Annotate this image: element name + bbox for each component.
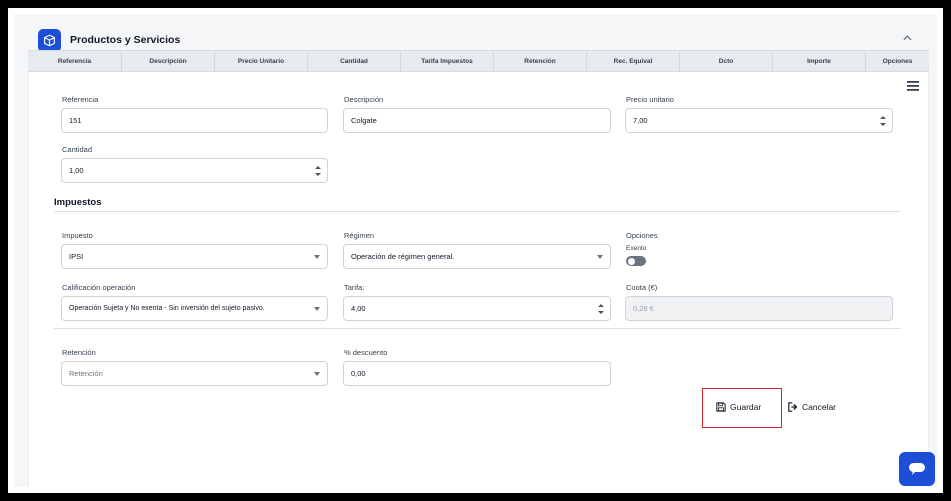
impuestos-section-title: Impuestos (54, 197, 102, 208)
spinner-arrows-icon[interactable] (880, 115, 886, 127)
chevron-down-icon (314, 372, 320, 376)
retencion-value: Retención (69, 369, 103, 378)
toggle-knob (627, 257, 635, 265)
spinner-arrows-icon[interactable] (315, 165, 321, 177)
column-header-descripcion[interactable]: Descripción (122, 51, 215, 71)
cuota-label: Cuota (€) (626, 283, 658, 292)
referencia-label: Referencia (62, 95, 99, 104)
impuesto-select[interactable]: IPSI (61, 244, 328, 269)
spinner-arrows-icon[interactable] (598, 303, 604, 315)
referencia-input[interactable]: 151 (61, 108, 328, 133)
column-header-precio-unitario[interactable]: Precio Unitario (215, 51, 308, 71)
exento-toggle[interactable] (626, 256, 646, 266)
cancel-button[interactable]: Cancelar (788, 402, 836, 412)
cancel-button-label: Cancelar (802, 402, 837, 412)
descuento-value: 0,00 (351, 369, 366, 378)
column-header-importe[interactable]: Importe (773, 51, 866, 71)
sign-out-icon (788, 402, 798, 412)
page-background: Productos y Servicios Referencia Descrip… (14, 14, 937, 487)
column-header-dcto[interactable]: Dcto (680, 51, 773, 71)
column-header-rec-equival[interactable]: Rec. Equival (587, 51, 680, 71)
chat-bubble-icon[interactable] (899, 452, 935, 486)
products-table-header: Referencia Descripción Precio Unitario C… (28, 50, 929, 72)
precio-unitario-input[interactable]: 7,00 (625, 108, 893, 133)
regimen-value: Operación de régimen general. (351, 252, 455, 261)
cuota-input: 0,28 € (625, 296, 893, 321)
retencion-label: Retención (62, 348, 96, 357)
column-header-retencion[interactable]: Retención (494, 51, 587, 71)
column-header-tarifa-impuestos[interactable]: Tarifa Impuestos (401, 51, 494, 71)
section-divider (54, 211, 901, 212)
package-icon (38, 28, 61, 52)
regimen-label: Régimen (344, 231, 375, 240)
cantidad-input[interactable]: 1,00 (61, 158, 328, 183)
chevron-down-icon (597, 255, 603, 259)
referencia-value: 151 (69, 116, 82, 125)
floppy-disk-icon (716, 402, 726, 412)
panel-title: Productos y Servicios (70, 34, 181, 46)
descripcion-value: Colgate (351, 116, 377, 125)
tarifa-value: 4,00 (351, 304, 366, 313)
descuento-input[interactable]: 0,00 (343, 361, 611, 386)
impuesto-label: Impuesto (62, 231, 93, 240)
calificacion-operacion-select[interactable]: Operación Sujeta y No exenta - Sin inver… (61, 296, 328, 321)
save-button[interactable]: Guardar (716, 402, 761, 412)
chevron-up-icon[interactable] (901, 32, 913, 44)
save-button-label: Guardar (730, 402, 762, 412)
cantidad-label: Cantidad (62, 145, 93, 154)
cuota-value: 0,28 € (633, 304, 654, 313)
app-window: Productos y Servicios Referencia Descrip… (8, 8, 943, 493)
retencion-select[interactable]: Retención (61, 361, 328, 386)
cantidad-value: 1,00 (69, 166, 84, 175)
exento-label: Exento (626, 245, 647, 252)
descripcion-label: Descripción (344, 95, 384, 104)
impuesto-value: IPSI (69, 252, 84, 261)
regimen-select[interactable]: Operación de régimen general. (343, 244, 611, 269)
product-edit-form: Referencia 151 Descripción Colgate Preci… (28, 72, 929, 487)
chevron-down-icon (314, 307, 320, 311)
calificacion-operacion-value: Operación Sujeta y No exenta - Sin inver… (69, 305, 265, 312)
column-header-opciones[interactable]: Opciones (866, 51, 929, 71)
precio-unitario-value: 7,00 (633, 116, 648, 125)
calificacion-operacion-label: Calificación operación (62, 283, 136, 292)
descripcion-input[interactable]: Colgate (343, 108, 611, 133)
chevron-down-icon (314, 255, 320, 259)
column-header-cantidad[interactable]: Cantidad (308, 51, 401, 71)
column-header-referencia[interactable]: Referencia (28, 51, 122, 71)
tarifa-label: Tarifa: (344, 283, 365, 292)
section-divider (54, 328, 901, 329)
descuento-label: % descuento (344, 348, 388, 357)
tarifa-input[interactable]: 4,00 (343, 296, 611, 321)
opciones-label: Opciones (626, 231, 658, 240)
precio-unitario-label: Precio unitario (626, 95, 674, 104)
